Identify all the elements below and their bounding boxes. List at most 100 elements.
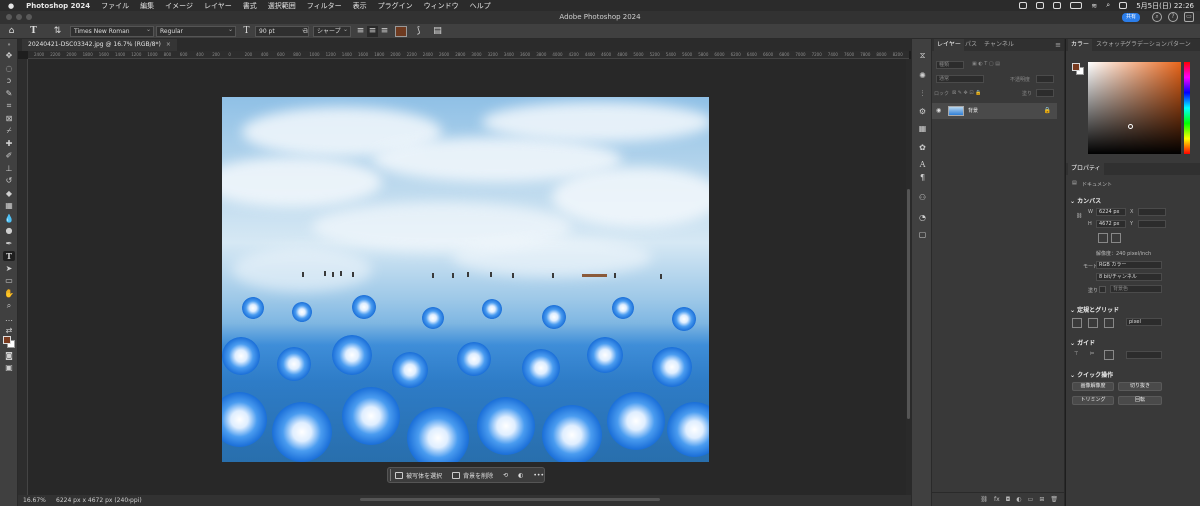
y-field[interactable] [1138, 220, 1166, 228]
apple-icon[interactable]: ● [8, 2, 14, 10]
align-center-icon[interactable]: ≡ [367, 26, 378, 37]
align-right-icon[interactable]: ≡ [379, 26, 390, 37]
sliders-icon[interactable]: ⫶ [918, 89, 927, 98]
gradient-tool-icon[interactable]: ▦ [3, 201, 15, 211]
character-panel-icon[interactable]: A [918, 160, 927, 169]
clone-stamp-tool-icon[interactable]: ⊥ [3, 164, 15, 174]
canvas-section-title[interactable]: ⌄ カンバス [1070, 196, 1101, 205]
x-field[interactable] [1138, 208, 1166, 216]
blend-mode-select[interactable]: 通常 [936, 75, 984, 83]
eyedropper-tool-icon[interactable]: ⌿ [3, 126, 15, 136]
status-menu-icon[interactable]: › [128, 495, 130, 506]
height-field[interactable]: 4672 px [1096, 220, 1126, 228]
adjustments-panel-icon[interactable]: ✺ [918, 71, 927, 80]
trim-button[interactable]: トリミング [1072, 396, 1114, 405]
menu-filter[interactable]: フィルター [307, 1, 342, 11]
fill-color-swatch[interactable] [1099, 286, 1106, 293]
brush-tool-icon[interactable]: ✐ [3, 151, 15, 161]
layer-name[interactable]: 背景 [968, 103, 978, 119]
font-family-select[interactable]: Times New Roman [70, 25, 154, 37]
adjustment-icon[interactable]: ◐ [518, 472, 523, 479]
align-left-icon[interactable]: ≡ [355, 26, 366, 37]
menu-app-name[interactable]: Photoshop 2024 [26, 2, 90, 10]
tab-gradients[interactable]: グラデーション [1122, 39, 1170, 51]
drag-handle[interactable] [390, 469, 392, 481]
rulers-grids-section-title[interactable]: ⌄ 定規とグリッド [1070, 305, 1119, 314]
search-icon[interactable]: ⌕ [1106, 1, 1110, 10]
filter-icons[interactable]: ▣ ◐ T ▢ ▤ [972, 61, 1000, 67]
tab-layers[interactable]: レイヤー [934, 39, 964, 51]
quick-mask-icon[interactable]: ◙ [3, 351, 15, 361]
brush-settings-icon[interactable]: ✿ [918, 143, 927, 152]
foreground-color-swatch[interactable] [1072, 63, 1080, 71]
hue-slider[interactable] [1184, 62, 1190, 154]
guide-distribute-icon[interactable]: ⊨ [1090, 351, 1094, 357]
fill-select[interactable]: 背景色 [1110, 285, 1162, 293]
tab-color[interactable]: カラー [1068, 39, 1093, 51]
swap-colors-icon[interactable]: ⇄ [3, 326, 15, 336]
guide-align-icon[interactable]: ⊤ [1074, 351, 1078, 357]
pixel-grid-icon[interactable] [1104, 318, 1114, 328]
adjustment-layer-icon[interactable]: ◐ [1016, 496, 1021, 503]
battery-icon[interactable] [1070, 2, 1083, 9]
delete-layer-icon[interactable]: 🗑 [1050, 496, 1058, 503]
more-options-button[interactable]: ••• [533, 472, 544, 479]
paths-icon[interactable]: ⚇ [918, 193, 927, 202]
more-tools-icon[interactable]: … [3, 314, 15, 324]
layer-filter-select[interactable]: 種類 [936, 61, 964, 69]
menu-view[interactable]: 表示 [353, 1, 367, 11]
menu-type[interactable]: 書式 [243, 1, 257, 11]
search-icon[interactable]: ⌕ [1152, 12, 1162, 22]
color-mode-select[interactable]: RGB カラー [1096, 261, 1162, 269]
menubar-clock[interactable]: 5月5日(日) 22:26 [1136, 1, 1194, 11]
image-size-button[interactable]: 画像解像度 [1072, 382, 1114, 391]
document-image[interactable] [222, 97, 709, 462]
home-icon[interactable]: ⌂ [6, 26, 17, 37]
move-tool-icon[interactable]: ✥ [3, 51, 15, 61]
tab-properties[interactable]: プロパティ [1068, 163, 1104, 175]
screen-mode-icon[interactable]: ▣ [3, 363, 15, 373]
grid-icon[interactable] [1088, 318, 1098, 328]
blur-tool-icon[interactable]: 💧 [3, 214, 15, 224]
dodge-tool-icon[interactable]: ● [3, 226, 15, 236]
ruler-unit-select[interactable]: pixel [1126, 318, 1162, 326]
wifi-icon[interactable]: ≋ [1091, 2, 1097, 10]
paragraph-panel-icon[interactable]: ¶ [918, 173, 927, 182]
status-icon[interactable] [1036, 2, 1045, 9]
tab-paths[interactable]: パス [962, 39, 980, 51]
help-icon[interactable]: ? [1168, 12, 1178, 22]
toggle-orientation-icon[interactable]: ⇅ [52, 26, 63, 37]
add-mask-icon[interactable]: ◘ [1006, 496, 1011, 503]
antialias-select[interactable]: シャープ [313, 25, 351, 37]
lock-icons[interactable]: ⊠ ✎ ✥ ⊡ 🔒 [952, 90, 981, 96]
menu-layer[interactable]: レイヤー [204, 1, 232, 11]
landscape-orientation-icon[interactable] [1111, 233, 1121, 243]
type-tool-icon[interactable]: T [3, 251, 15, 261]
horizontal-ruler[interactable]: 2400 2200 2000 1800 1600 1400 1200 1000 800 600 40… [28, 51, 909, 59]
lock-icon[interactable]: 🔒 [1044, 103, 1051, 119]
minimize-window-button[interactable] [16, 14, 22, 20]
color-picker-cursor[interactable] [1128, 124, 1133, 129]
quick-actions-section-title[interactable]: ⌄ クイック操作 [1070, 370, 1113, 379]
tab-patterns[interactable]: パターン [1164, 39, 1194, 51]
rotate-button[interactable]: 回転 [1118, 396, 1162, 405]
width-field[interactable]: 6224 px [1096, 208, 1126, 216]
horizontal-scrollbar[interactable] [360, 498, 660, 501]
frame-tool-icon[interactable]: ⊠ [3, 114, 15, 124]
workspace-icon[interactable]: ▭ [1184, 12, 1194, 22]
path-select-tool-icon[interactable]: ➤ [3, 264, 15, 274]
menu-file[interactable]: ファイル [101, 1, 129, 11]
status-icon[interactable] [1019, 2, 1028, 9]
text-color-swatch[interactable] [395, 26, 407, 37]
portrait-orientation-icon[interactable] [1098, 233, 1108, 243]
font-style-select[interactable]: Regular [156, 25, 236, 37]
crop-button[interactable]: 切り抜き [1118, 382, 1162, 391]
scrollbar-thumb[interactable] [907, 189, 910, 419]
libraries-icon[interactable]: ⚙ [918, 107, 927, 116]
transform-icon[interactable]: ⟲ [503, 472, 508, 479]
close-tab-icon[interactable]: × [166, 41, 171, 48]
pen-tool-icon[interactable]: ✒ [3, 239, 15, 249]
quick-select-tool-icon[interactable]: ✎ [3, 89, 15, 99]
crop-tool-icon[interactable]: ⌗ [3, 101, 15, 111]
zoom-window-button[interactable] [26, 14, 32, 20]
